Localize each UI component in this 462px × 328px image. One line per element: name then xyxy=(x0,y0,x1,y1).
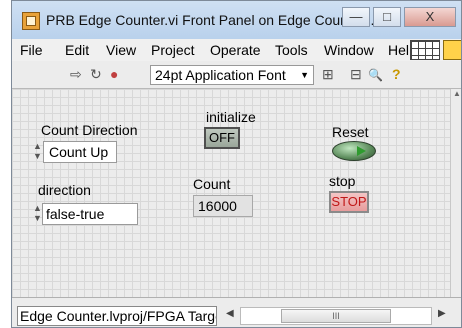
direction-field[interactable]: false-true xyxy=(42,203,138,225)
window-title: PRB Edge Counter.vi Front Panel on Edge … xyxy=(46,12,383,28)
run-continuously-icon[interactable]: ↻ xyxy=(90,66,102,83)
labview-vi-icon xyxy=(22,12,40,30)
reset-button[interactable] xyxy=(332,141,376,161)
scroll-thumb[interactable]: III xyxy=(281,309,391,323)
play-icon xyxy=(357,146,366,156)
menu-help[interactable]: Hel xyxy=(388,42,409,58)
count-direction-field[interactable]: Count Up xyxy=(43,141,117,163)
spinner-up-icon[interactable]: ▲ xyxy=(33,141,42,151)
distribute-objects-icon[interactable]: ⊟ xyxy=(350,66,362,83)
menu-operate[interactable]: Operate xyxy=(210,42,261,58)
font-selector-label: 24pt Application Font xyxy=(155,67,286,83)
menu-bar: File Edit View Project Operate Tools Win… xyxy=(12,39,461,61)
scroll-up-icon[interactable]: ▲ xyxy=(453,89,461,98)
abort-icon[interactable]: ● xyxy=(110,66,118,82)
labview-window: PRB Edge Counter.vi Front Panel on Edge … xyxy=(11,0,462,328)
spinner-down-icon[interactable]: ▼ xyxy=(33,151,42,161)
count-direction-spinner[interactable]: ▲ ▼ xyxy=(33,141,42,161)
scroll-right-icon[interactable]: ▶ xyxy=(438,308,446,319)
menu-edit[interactable]: Edit xyxy=(65,42,89,58)
direction-label: direction xyxy=(38,182,91,198)
menu-project[interactable]: Project xyxy=(151,42,195,58)
align-objects-icon[interactable]: ⊞ xyxy=(322,66,334,83)
initialize-button[interactable]: OFF xyxy=(204,127,240,149)
front-panel: initialize OFF Count Direction ▲ ▼ Count… xyxy=(12,89,450,297)
chevron-down-icon: ▼ xyxy=(300,70,309,80)
count-direction-label: Count Direction xyxy=(41,122,138,138)
direction-spinner[interactable]: ▲ ▼ xyxy=(33,203,42,223)
close-button[interactable]: X xyxy=(404,7,456,27)
connector-pane-icon xyxy=(410,40,440,60)
title-bar: PRB Edge Counter.vi Front Panel on Edge … xyxy=(12,1,461,39)
font-selector[interactable]: 24pt Application Font ▼ xyxy=(150,65,314,85)
vi-icon xyxy=(443,40,461,60)
menu-window[interactable]: Window xyxy=(324,42,374,58)
vertical-scrollbar[interactable]: ▲ xyxy=(450,89,461,297)
spinner-down-icon[interactable]: ▼ xyxy=(33,213,42,223)
run-arrow-icon[interactable]: ⇨ xyxy=(70,66,82,83)
stop-button[interactable]: STOP xyxy=(329,191,369,213)
stop-label: stop xyxy=(329,173,356,189)
menu-view[interactable]: View xyxy=(106,42,136,58)
count-indicator: 16000 xyxy=(193,195,253,217)
reset-label: Reset xyxy=(332,124,369,140)
help-icon[interactable]: ? xyxy=(392,66,401,82)
scroll-left-icon[interactable]: ◀ xyxy=(226,308,234,319)
spinner-up-icon[interactable]: ▲ xyxy=(33,203,42,213)
initialize-label: initialize xyxy=(206,109,256,125)
toolbar: ⇨ ↻ ● 24pt Application Font ▼ ⊞ ⊟ 🔍 ? xyxy=(12,61,461,89)
horizontal-scrollbar[interactable]: III xyxy=(240,307,432,325)
search-icon[interactable]: 🔍 xyxy=(368,68,383,82)
menu-file[interactable]: File xyxy=(20,42,43,58)
maximize-button[interactable]: □ xyxy=(373,7,401,27)
status-bar: Edge Counter.lvproj/FPGA Target ◀ III ▶ xyxy=(12,297,461,327)
execution-target[interactable]: Edge Counter.lvproj/FPGA Target xyxy=(17,306,217,326)
minimize-button[interactable]: — xyxy=(342,7,370,27)
count-label: Count xyxy=(193,176,231,192)
menu-tools[interactable]: Tools xyxy=(275,42,308,58)
